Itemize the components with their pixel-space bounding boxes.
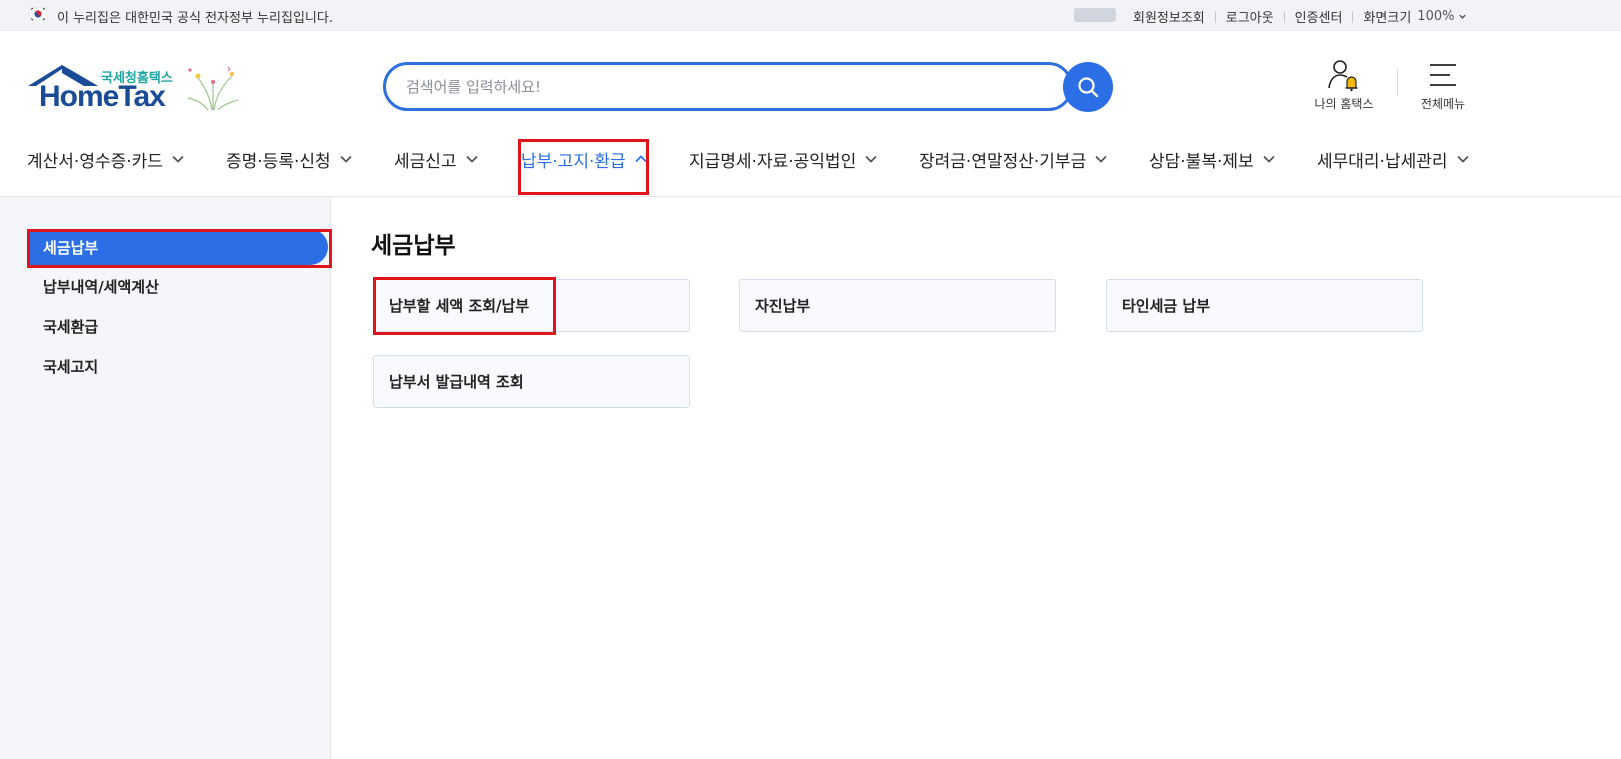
divider: [1397, 68, 1398, 96]
search-icon: [1078, 77, 1099, 98]
all-menu-button[interactable]: 전체메뉴: [1413, 58, 1473, 114]
gnb-label: 납부·고지·환급: [521, 151, 626, 172]
chevron-down-icon: [465, 155, 478, 163]
divider: [1283, 10, 1285, 23]
sidebar: 세금납부 납부내역/세액계산 국세환급 국세고지: [0, 197, 331, 759]
card-self-payment[interactable]: 자진납부: [739, 279, 1056, 332]
gnb-item-certificate-registration[interactable]: 증명·등록·신청: [226, 144, 352, 174]
screen-size-label[interactable]: 화면크기: [1363, 7, 1411, 26]
gov-notice-text: 이 누리집은 대한민국 공식 전자정부 누리집입니다.: [57, 11, 333, 26]
chevron-down-icon[interactable]: [1458, 12, 1467, 21]
chevron-up-icon: [635, 155, 647, 163]
user-bell-icon: [1328, 60, 1358, 92]
gnb-item-consult-appeal-report[interactable]: 상담·불복·제보: [1149, 144, 1275, 174]
search-box: [383, 62, 1073, 111]
flag-icon: [29, 7, 47, 21]
gnb-label: 장려금·연말정산·기부금: [919, 151, 1087, 172]
sidebar-item-tax-refund[interactable]: 국세환급: [28, 308, 328, 344]
search-input[interactable]: [406, 76, 1006, 98]
sidebar-item-payment-history[interactable]: 납부내역/세액계산: [28, 268, 328, 304]
my-hometax-label: 나의 홈택스: [1314, 97, 1374, 111]
gnb-label: 지급명세·자료·공익법인: [689, 151, 857, 172]
divider: [1352, 10, 1354, 23]
logo-title: HomeTax: [39, 80, 166, 113]
gnb-label: 세금신고: [394, 151, 457, 172]
card-others-tax-payment[interactable]: 타인세금 납부: [1106, 279, 1423, 332]
card-payment-slip-history[interactable]: 납부서 발급내역 조회: [373, 355, 690, 408]
zoom-value[interactable]: 100%: [1417, 9, 1454, 24]
logout-link[interactable]: 로그아웃: [1226, 7, 1274, 26]
hometax-logo[interactable]: 국세청홈택스 HomeTax: [26, 64, 241, 116]
global-nav: 계산서·영수증·카드 증명·등록·신청 세금신고 납부·고지·환급 지급명세·자…: [0, 140, 1621, 196]
gnb-item-incentives-year-end[interactable]: 장려금·연말정산·기부금: [919, 144, 1107, 174]
chevron-down-icon: [340, 155, 352, 163]
gnb-item-invoice-receipt-card[interactable]: 계산서·영수증·카드: [27, 144, 184, 174]
gnb-item-payment-statements[interactable]: 지급명세·자료·공익법인: [689, 144, 877, 174]
gnb-label: 계산서·영수증·카드: [27, 151, 163, 172]
plant-illustration-icon: [187, 66, 239, 111]
cert-center-link[interactable]: 인증센터: [1295, 7, 1343, 26]
gnb-label: 상담·불복·제보: [1149, 151, 1254, 172]
chevron-down-icon: [172, 155, 184, 163]
chevron-down-icon: [865, 155, 877, 163]
sidebar-item-tax-payment[interactable]: 세금납부: [28, 229, 328, 265]
chevron-down-icon: [1095, 155, 1107, 163]
hamburger-menu-icon: [1430, 64, 1456, 86]
gnb-item-tax-filing[interactable]: 세금신고: [394, 144, 478, 174]
gnb-item-tax-agent[interactable]: 세무대리·납세관리: [1317, 144, 1469, 174]
gnb-label: 증명·등록·신청: [226, 151, 331, 172]
card-tax-due-inquiry[interactable]: 납부할 세액 조회/납부: [373, 279, 690, 332]
page-title: 세금납부: [371, 233, 456, 259]
utility-links: 회원정보조회 로그아웃 인증센터 화면크기 100%: [1133, 7, 1467, 26]
all-menu-label: 전체메뉴: [1420, 97, 1466, 111]
search-button[interactable]: [1063, 62, 1113, 112]
gov-notice-bar: 이 누리집은 대한민국 공식 전자정부 누리집입니다. 회원정보조회 로그아웃 …: [0, 0, 1621, 31]
divider: [1214, 10, 1216, 23]
gnb-label: 세무대리·납세관리: [1317, 151, 1448, 172]
username-redacted: [1074, 8, 1116, 22]
chevron-down-icon: [1263, 155, 1275, 163]
gnb-item-payment-notice-refund[interactable]: 납부·고지·환급: [521, 144, 647, 174]
chevron-down-icon: [1456, 155, 1469, 163]
my-hometax-button[interactable]: 나의 홈택스: [1308, 58, 1380, 114]
sidebar-item-tax-notice[interactable]: 국세고지: [28, 348, 328, 384]
member-info-link[interactable]: 회원정보조회: [1133, 7, 1205, 26]
